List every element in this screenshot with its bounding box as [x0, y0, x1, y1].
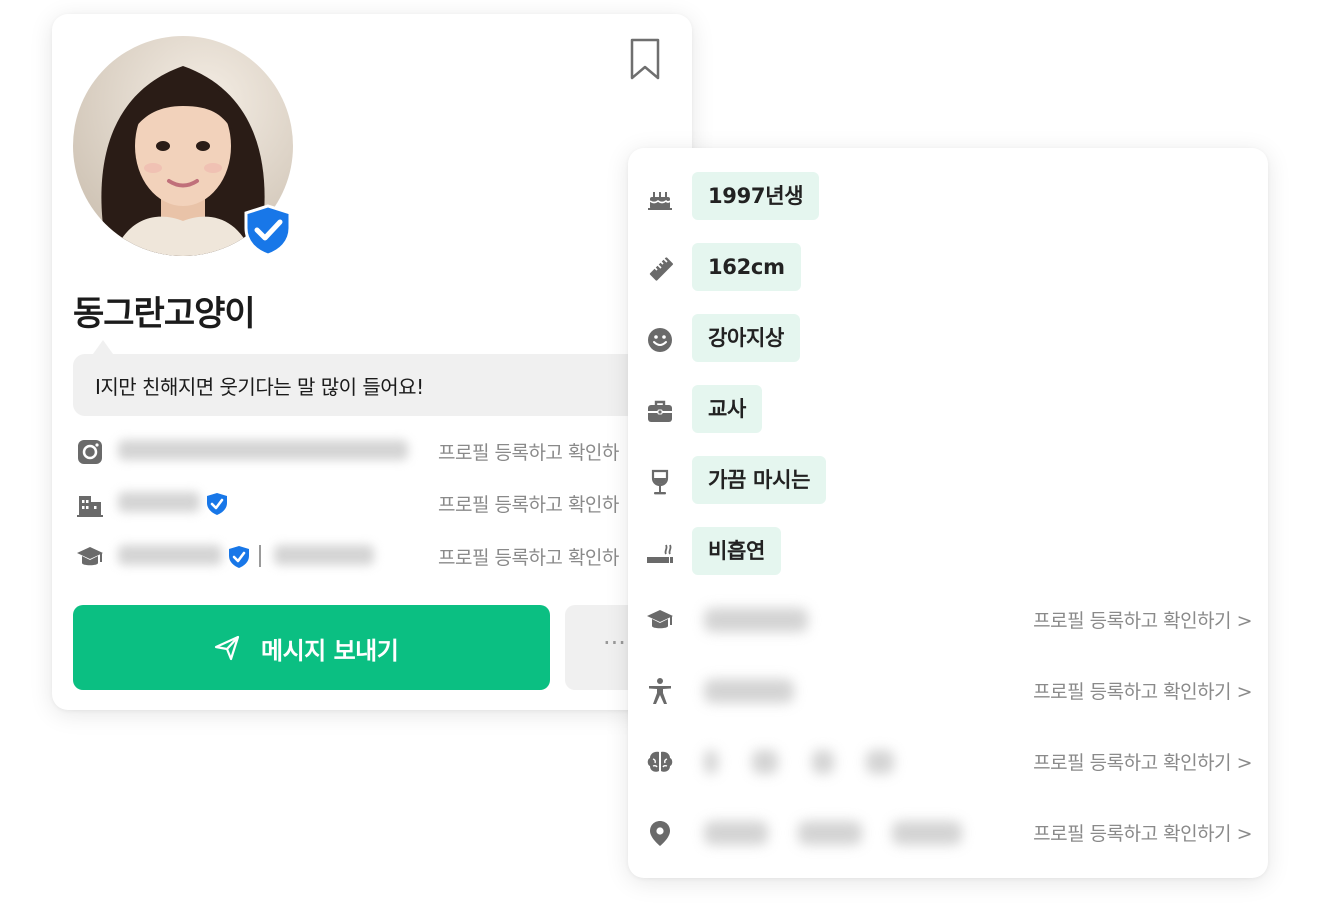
register-to-view-link[interactable]: 프로필 등록하고 확인하	[438, 490, 619, 517]
detail-height: 162cm	[628, 239, 1268, 299]
detail-locked-personality: 프로필 등록하고 확인하기 >	[628, 732, 1268, 792]
birthday-cake-icon	[648, 192, 672, 210]
detail-job: 교사	[628, 381, 1268, 441]
drinking-chip: 가끔 마시는	[692, 456, 827, 504]
nickname: 동그란고양이	[73, 294, 256, 334]
blurred-value	[798, 821, 862, 845]
send-message-label: 메시지 보내기	[261, 637, 399, 665]
send-icon	[214, 635, 240, 661]
graduation-cap-icon	[77, 547, 103, 566]
detail-birth-year: 1997년생	[628, 168, 1268, 228]
blurred-value	[704, 750, 718, 774]
instagram-icon	[78, 440, 102, 464]
wine-glass-icon	[651, 469, 669, 495]
verified-shield-icon	[229, 546, 249, 568]
intro-bubble: I지만 친해지면 웃기다는 말 많이 들어요!	[73, 340, 673, 416]
profile-details-card: 1997년생 162cm 강아지상 교사 가끔 마시는 비흡연 프로필 등록하고…	[628, 148, 1268, 878]
birth-year-chip: 1997년생	[692, 172, 820, 220]
bookmark-icon[interactable]	[629, 38, 661, 80]
blurred-value	[704, 821, 768, 845]
verified-shield-icon	[207, 493, 227, 515]
smoking-chip: 비흡연	[692, 527, 782, 575]
blurred-value	[704, 608, 808, 632]
job-chip: 교사	[692, 385, 763, 433]
detail-smoking: 비흡연	[628, 523, 1268, 583]
blurred-value	[892, 821, 962, 845]
person-icon	[649, 678, 671, 704]
blurred-value	[866, 750, 894, 774]
register-to-view-link[interactable]: 프로필 등록하고 확인하기 >	[1033, 606, 1252, 633]
register-to-view-link[interactable]: 프로필 등록하고 확인하	[438, 438, 619, 465]
blurred-value	[812, 750, 834, 774]
face-type-chip: 강아지상	[692, 314, 801, 362]
register-to-view-link[interactable]: 프로필 등록하고 확인하기 >	[1033, 819, 1252, 846]
register-to-view-link[interactable]: 프로필 등록하고 확인하	[438, 543, 619, 570]
height-chip: 162cm	[692, 243, 801, 291]
blurred-major	[274, 545, 374, 565]
register-to-view-link[interactable]: 프로필 등록하고 확인하기 >	[1033, 748, 1252, 775]
ruler-icon	[649, 257, 674, 281]
register-to-view-link[interactable]: 프로필 등록하고 확인하기 >	[1033, 677, 1252, 704]
blurred-value	[752, 750, 778, 774]
blurred-instagram-id	[118, 440, 408, 460]
instagram-row: 프로필 등록하고 확인하	[76, 434, 676, 468]
detail-locked-education: 프로필 등록하고 확인하기 >	[628, 590, 1268, 650]
profile-card: 동그란고양이 I지만 친해지면 웃기다는 말 많이 들어요! 프로필 등록하고 …	[52, 14, 692, 710]
location-pin-icon	[650, 821, 670, 846]
detail-locked-location: 프로필 등록하고 확인하기 >	[628, 803, 1268, 863]
brain-icon	[647, 751, 673, 772]
blurred-value	[704, 679, 794, 703]
detail-face-type: 강아지상	[628, 310, 1268, 370]
blurred-company	[118, 492, 200, 512]
graduation-cap-icon	[647, 610, 673, 629]
briefcase-icon	[648, 400, 672, 422]
intro-text: I지만 친해지면 웃기다는 말 많이 들어요!	[95, 375, 424, 399]
detail-drinking: 가끔 마시는	[628, 452, 1268, 512]
send-message-button[interactable]: 메시지 보내기	[73, 605, 550, 690]
school-row: 프로필 등록하고 확인하	[76, 539, 676, 573]
company-row: 프로필 등록하고 확인하	[76, 486, 676, 520]
smile-icon	[648, 328, 672, 352]
blurred-school	[118, 545, 222, 565]
building-icon	[77, 496, 103, 517]
more-dots-icon: ···	[603, 629, 626, 657]
verified-shield-icon	[244, 204, 292, 256]
detail-locked-body: 프로필 등록하고 확인하기 >	[628, 661, 1268, 721]
divider	[259, 545, 261, 567]
cigarette-icon	[647, 544, 673, 563]
